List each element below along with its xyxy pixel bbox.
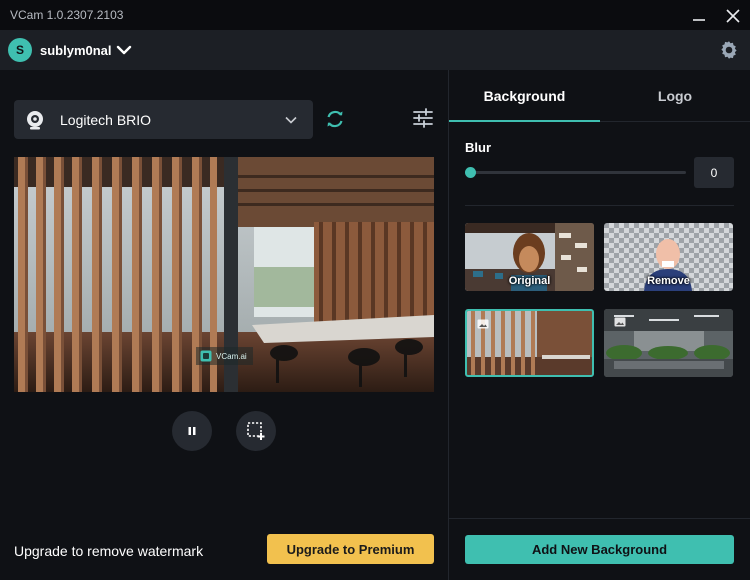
background-option-remove[interactable]: Remove: [604, 223, 733, 291]
close-icon: [726, 9, 740, 23]
background-option-original[interactable]: Original: [465, 223, 594, 291]
footer-divider: [449, 518, 750, 519]
app-title: VCam 1.0.2307.2103: [10, 8, 124, 22]
section-divider: [465, 205, 734, 206]
webcam-icon: [27, 111, 43, 130]
add-new-background-button[interactable]: Add New Background: [465, 535, 734, 564]
minimize-button[interactable]: [686, 4, 712, 28]
camera-preview: VCam.ai: [14, 157, 434, 392]
watermark: VCam.ai: [196, 347, 253, 365]
tab-background[interactable]: Background: [449, 70, 600, 122]
crop-select-icon: [247, 422, 265, 440]
camera-name: Logitech BRIO: [60, 112, 152, 128]
upgrade-message: Upgrade to remove watermark: [14, 543, 204, 559]
tab-logo[interactable]: Logo: [600, 70, 750, 122]
vcam-logo-icon: [200, 350, 212, 362]
crop-button[interactable]: [236, 411, 276, 451]
blur-slider[interactable]: [470, 171, 686, 174]
upgrade-premium-button[interactable]: Upgrade to Premium: [267, 534, 434, 564]
background-option-label: Original: [508, 275, 551, 287]
pause-icon: [188, 427, 196, 435]
minimize-icon: [693, 19, 705, 21]
sliders-icon[interactable]: [412, 107, 434, 129]
gear-icon[interactable]: [718, 39, 740, 61]
panel-divider: [448, 70, 449, 580]
username[interactable]: sublym0nal: [40, 43, 112, 58]
blur-label: Blur: [465, 140, 491, 155]
background-option-office-slats[interactable]: [465, 309, 594, 377]
image-icon: [477, 319, 489, 329]
pause-button[interactable]: [172, 411, 212, 451]
blur-slider-handle[interactable]: [465, 167, 476, 178]
title-bar: VCam 1.0.2307.2103: [0, 0, 750, 30]
user-bar: S sublym0nal: [0, 30, 750, 70]
refresh-icon[interactable]: [324, 108, 346, 130]
chevron-down-icon: [285, 116, 297, 124]
camera-select[interactable]: Logitech BRIO: [14, 100, 313, 139]
image-icon: [614, 317, 626, 327]
background-option-label: Remove: [647, 275, 690, 287]
active-tab-indicator: [449, 120, 600, 122]
close-button[interactable]: [720, 4, 746, 28]
watermark-text: VCam.ai: [216, 351, 247, 361]
avatar[interactable]: S: [8, 38, 32, 62]
chevron-down-icon[interactable]: [115, 42, 133, 58]
background-option-open-office[interactable]: [604, 309, 733, 377]
blur-value-input[interactable]: 0: [694, 157, 734, 188]
